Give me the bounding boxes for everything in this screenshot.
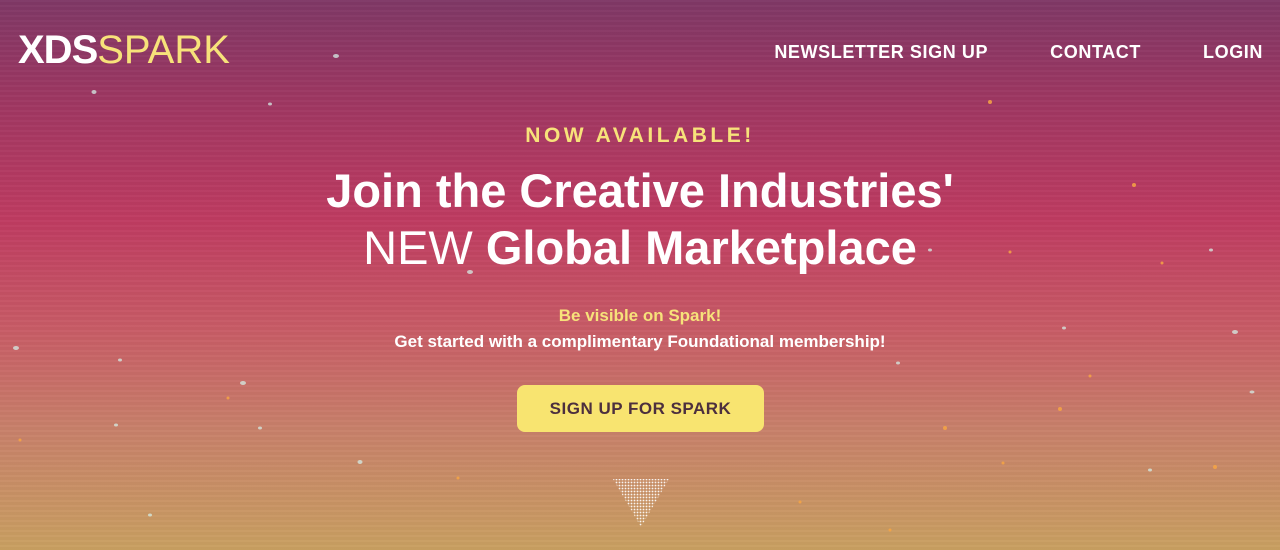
headline-line-1: Join the Creative Industries' bbox=[326, 164, 954, 217]
logo-spark: SPARK bbox=[97, 28, 230, 72]
top-navigation: NEWSLETTER SIGN UP CONTACT LOGIN bbox=[774, 42, 1263, 63]
sign-up-for-spark-button[interactable]: SIGN UP FOR SPARK bbox=[517, 385, 764, 432]
hero-headline: Join the Creative Industries' NEW Global… bbox=[0, 162, 1280, 276]
membership-text: Get started with a complimentary Foundat… bbox=[394, 332, 886, 351]
nav-login[interactable]: LOGIN bbox=[1203, 42, 1263, 63]
nav-newsletter-signup[interactable]: NEWSLETTER SIGN UP bbox=[774, 42, 988, 63]
logo-xds: XDS bbox=[18, 28, 98, 72]
now-available-label: NOW AVAILABLE! bbox=[525, 124, 755, 147]
chevron-down-icon[interactable] bbox=[612, 478, 670, 528]
hero-section: NOW AVAILABLE! Join the Creative Industr… bbox=[0, 124, 1280, 352]
be-visible-text: Be visible on Spark! bbox=[558, 306, 722, 325]
headline-global-marketplace: Global Marketplace bbox=[485, 221, 917, 274]
headline-new: NEW bbox=[363, 221, 473, 274]
xds-spark-logo[interactable]: XDSSPARK bbox=[18, 30, 230, 70]
nav-contact[interactable]: CONTACT bbox=[1050, 42, 1141, 63]
